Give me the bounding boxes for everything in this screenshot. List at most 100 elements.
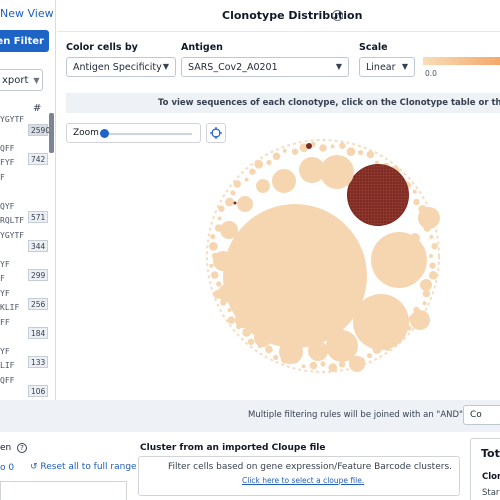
clonotype-bubble[interactable] [209, 242, 218, 251]
clonotype-bubble[interactable] [209, 263, 214, 268]
clonotype-bubble[interactable] [309, 361, 318, 370]
clonotype-bubble[interactable] [254, 159, 264, 169]
clonotype-count: 184 [28, 327, 48, 339]
clonotype-bubble[interactable] [320, 361, 326, 367]
clonotype-bubble[interactable] [306, 143, 312, 149]
table-row[interactable]: QFF 106 [0, 374, 50, 400]
clonotype-bubble[interactable] [254, 329, 272, 347]
clonotype-bubble[interactable] [233, 201, 237, 205]
help-icon[interactable]: ? [332, 10, 343, 21]
zoom-slider-handle[interactable] [100, 129, 109, 138]
table-scrollbar[interactable] [49, 113, 54, 153]
help-icon[interactable]: ? [17, 443, 27, 453]
reset-range-button[interactable]: ↺ Reset all to full range [30, 462, 137, 472]
color-by-select[interactable]: Antigen Specificity ▼ [66, 57, 176, 77]
color-scale-legend [423, 57, 500, 65]
clonotype-bubble[interactable] [256, 179, 270, 193]
clonotype-bubble[interactable] [210, 234, 216, 240]
clonotype-bubble[interactable] [279, 340, 303, 364]
clonotype-bubble[interactable] [330, 144, 335, 149]
clonotype-bubble[interactable] [319, 144, 327, 152]
clonotype-bubble[interactable] [410, 233, 420, 243]
clonotype-bubble[interactable] [429, 234, 434, 239]
filter-section-title: en [0, 443, 12, 453]
clonotype-bubble[interactable] [249, 168, 256, 175]
clonotype-bubble[interactable] [366, 353, 373, 359]
clonotype-table-panel: New View en Filter xport ▼ # YGYTF 2590 QF… [0, 0, 56, 400]
clonotype-bubble[interactable] [410, 310, 430, 330]
clonotype-bubble[interactable] [428, 271, 438, 280]
clonotype-sequence: LIF [0, 361, 15, 370]
clonotype-bubble[interactable] [291, 148, 299, 155]
scale-label: Scale [359, 42, 388, 53]
clonotype-bubble[interactable] [218, 205, 225, 212]
totals-start: Star [482, 488, 500, 498]
reset-icon: ↺ [30, 462, 41, 472]
copy-button[interactable]: Co [463, 405, 500, 425]
select-cloupe-link[interactable]: Click here to select a cloupe file. [242, 476, 364, 485]
clonotype-bubble[interactable] [422, 301, 427, 306]
antigen-select[interactable]: SARS_Cov2_A0201 ▼ [181, 57, 349, 77]
color-by-label: Color cells by [66, 42, 138, 53]
clonotype-bubble[interactable] [247, 338, 255, 345]
clonotype-bubble[interactable] [418, 207, 440, 229]
clonotype-bubble[interactable] [299, 157, 325, 183]
clonotype-bubble[interactable] [420, 279, 432, 291]
clonotype-bubble[interactable] [301, 364, 306, 369]
clonotype-sequence: FYF [0, 158, 15, 167]
filter-button[interactable]: en Filter [0, 30, 49, 52]
zoom-slider-track[interactable] [102, 133, 192, 135]
clonotype-sequence: YF [0, 260, 10, 269]
clonotype-bubble[interactable] [266, 159, 272, 166]
clonotype-bubble[interactable] [233, 180, 241, 188]
clonotype-bubble[interactable] [225, 197, 234, 207]
clonotype-bubble[interactable] [308, 341, 328, 361]
clonotype-sequence: YF [0, 289, 10, 298]
clonotype-bubble[interactable] [210, 271, 219, 279]
chevron-down-icon: ▼ [162, 62, 169, 71]
clonotype-bubble[interactable] [273, 354, 279, 361]
clonotype-bubble[interactable] [213, 251, 233, 271]
chevron-down-icon: ▼ [335, 62, 342, 71]
clonotype-bubble[interactable] [218, 284, 236, 302]
clonotype-bubble[interactable] [272, 152, 281, 161]
clonotype-bubble[interactable] [220, 221, 238, 239]
clonotype-bubble[interactable] [217, 216, 222, 221]
clonotype-bubble[interactable] [353, 294, 409, 350]
clonotype-bubble[interactable] [429, 262, 436, 269]
clonotype-bubble[interactable] [358, 150, 364, 156]
chevron-down-icon: ▼ [33, 75, 40, 85]
clonotype-bubble[interactable] [216, 281, 222, 287]
clonotype-bubble[interactable] [272, 169, 296, 193]
clonotype-bubble[interactable] [339, 142, 346, 149]
new-view-link[interactable]: New View [0, 7, 54, 20]
clonotype-bubble[interactable] [349, 356, 365, 372]
clonotype-bubble[interactable] [265, 345, 273, 354]
color-by-value: Antigen Specificity [73, 61, 162, 73]
scale-select[interactable]: Linear ▼ [359, 57, 415, 77]
clonotype-bubble[interactable] [413, 198, 420, 206]
clonotype-bubble[interactable] [346, 147, 356, 157]
clonotype-bubble[interactable] [235, 312, 251, 328]
clonotype-count: 344 [28, 240, 48, 252]
clonotype-bubble[interactable] [366, 150, 375, 159]
clonotype-bubble[interactable] [338, 361, 346, 368]
cluster-description: Filter cells based on gene expression/Fe… [168, 462, 453, 472]
clonotype-bubble[interactable] [244, 177, 249, 182]
clonotype-bubble[interactable] [237, 196, 253, 212]
clonotype-bubble[interactable] [348, 165, 408, 225]
clonotype-sequence: FF [0, 318, 10, 327]
clonotype-bubble[interactable] [328, 363, 338, 372]
clonotype-bubble[interactable] [429, 254, 433, 258]
antigen-label: Antigen [181, 42, 223, 53]
clonotype-bubble[interactable] [227, 316, 236, 324]
clonotype-bubble[interactable] [230, 190, 236, 196]
clonotype-bubble[interactable] [431, 243, 438, 250]
clonotype-bubble[interactable] [412, 189, 417, 194]
clonotype-bubble-plot[interactable] [205, 138, 455, 393]
clonotype-bubble[interactable] [320, 155, 354, 189]
totals-title: Tota [481, 447, 500, 460]
clonotype-bubble[interactable] [375, 160, 379, 165]
export-dropdown[interactable]: xport ▼ [0, 69, 43, 91]
clonotype-bubble[interactable] [282, 148, 287, 153]
